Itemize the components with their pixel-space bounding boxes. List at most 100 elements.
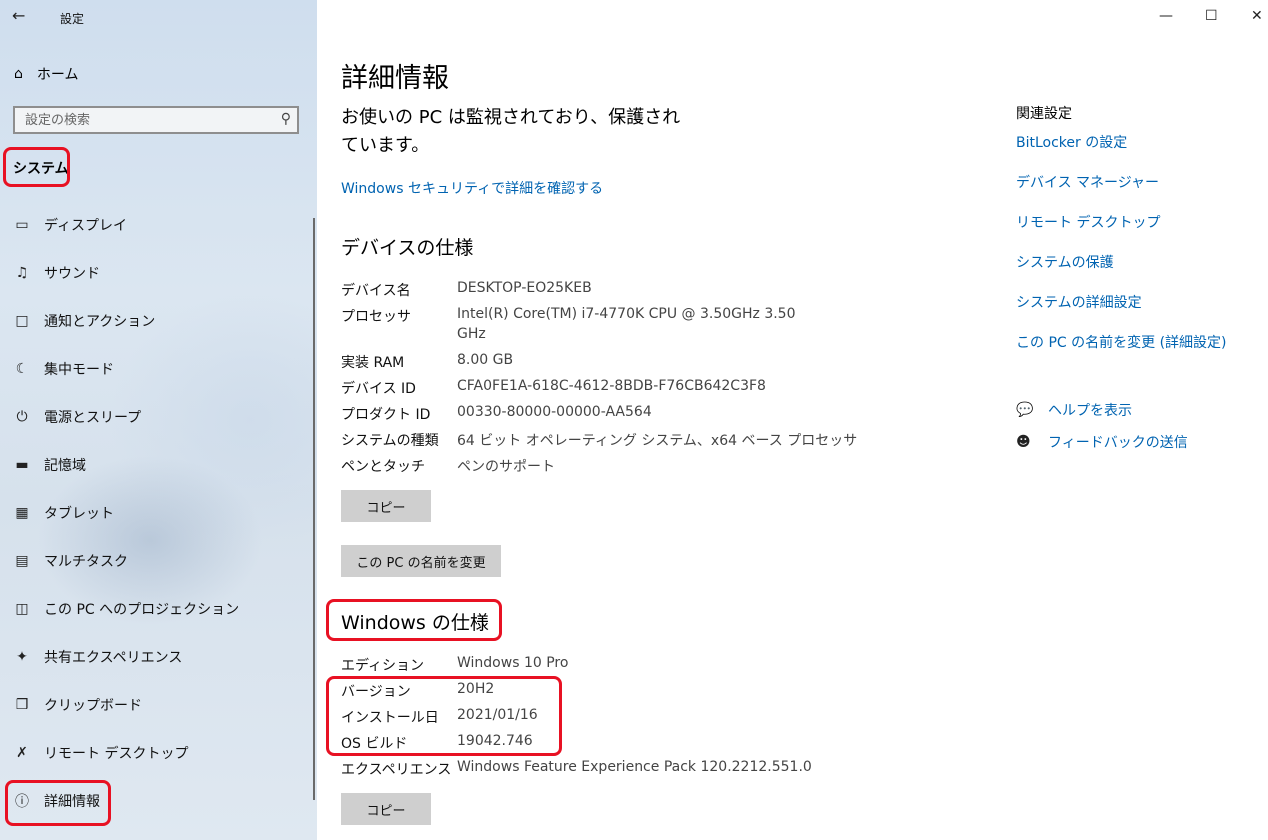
- settings-search-box[interactable]: ⚲: [13, 106, 299, 134]
- spec-row-device-id: デバイス ID CFA0FE1A-618C-4612-8BDB-F76CB642…: [341, 378, 766, 398]
- spec-row-system-type: システムの種類 64 ビット オペレーティング システム、x64 ベース プロセ…: [341, 430, 857, 450]
- help-link[interactable]: ヘルプを表示: [1048, 400, 1132, 420]
- sidebar-item-label: 共有エクスペリエンス: [44, 650, 183, 666]
- related-settings-heading: 関連設定: [1016, 106, 1072, 122]
- copy-windows-specs-button[interactable]: コピー: [341, 793, 431, 825]
- spec-value: 00330-80000-00000-AA564: [457, 404, 652, 420]
- copy-device-specs-button[interactable]: コピー: [341, 490, 431, 522]
- spec-label: プロセッサ: [341, 309, 411, 325]
- close-icon[interactable]: ✕: [1251, 8, 1263, 24]
- remote-icon: ✗: [16, 745, 28, 761]
- sidebar-item-label: この PC へのプロジェクション: [44, 602, 240, 618]
- feedback-link-row[interactable]: ☻ フィードバックの送信: [1016, 432, 1188, 452]
- minimize-icon[interactable]: —: [1159, 8, 1173, 24]
- spec-value: 8.00 GB: [457, 352, 514, 368]
- sidebar-item-display[interactable]: ▭ ディスプレイ: [0, 203, 317, 247]
- spec-row-device-name: デバイス名 DESKTOP-EO25KEB: [341, 280, 592, 300]
- feedback-person-icon: ☻: [1016, 434, 1031, 450]
- spec-value: DESKTOP-EO25KEB: [457, 280, 592, 296]
- security-link[interactable]: Windows セキュリティで詳細を確認する: [341, 178, 603, 198]
- link-advanced-system[interactable]: システムの詳細設定: [1016, 292, 1142, 312]
- spec-label: エディション: [341, 658, 425, 674]
- link-remote-desktop[interactable]: リモート デスクトップ: [1016, 212, 1160, 232]
- sidebar-item-focus[interactable]: ☾ 集中モード: [0, 347, 317, 391]
- window-title: 設定: [60, 12, 85, 26]
- spec-label: ペンとタッチ: [341, 459, 425, 475]
- sidebar-item-label: マルチタスク: [44, 554, 128, 570]
- sidebar-home[interactable]: ⌂ ホーム: [14, 64, 78, 84]
- rename-pc-button[interactable]: この PC の名前を変更: [341, 545, 501, 577]
- spec-label: エクスペリエンス: [341, 762, 452, 778]
- spec-label: デバイス ID: [341, 381, 416, 397]
- sidebar-scrollbar[interactable]: [313, 218, 315, 800]
- spec-row-experience: エクスペリエンス Windows Feature Experience Pack…: [341, 759, 812, 779]
- spec-row-product-id: プロダクト ID 00330-80000-00000-AA564: [341, 404, 652, 424]
- sidebar-item-label: 記憶域: [44, 458, 86, 474]
- sidebar-item-multitask[interactable]: ▤ マルチタスク: [0, 539, 317, 583]
- link-device-manager[interactable]: デバイス マネージャー: [1016, 172, 1159, 192]
- notification-icon: □: [15, 313, 29, 329]
- sidebar-item-label: タブレット: [44, 506, 114, 522]
- spec-value: Intel(R) Core(TM) i7-4770K CPU @ 3.50GHz…: [457, 306, 796, 322]
- sidebar-item-clipboard[interactable]: ❒ クリップボード: [0, 683, 317, 727]
- home-icon: ⌂: [14, 66, 23, 82]
- sidebar-item-power[interactable]: ⏻ 電源とスリープ: [0, 395, 317, 439]
- sidebar-item-label: 電源とスリープ: [44, 410, 142, 426]
- link-system-protection[interactable]: システムの保護: [1016, 252, 1114, 272]
- multitask-icon: ▤: [15, 553, 29, 569]
- sidebar-item-label: 通知とアクション: [44, 314, 156, 330]
- spec-value: 64 ビット オペレーティング システム、x64 ベース プロセッサ: [457, 433, 858, 449]
- spec-value: Windows Feature Experience Pack 120.2212…: [457, 759, 812, 775]
- spec-value: ペンのサポート: [457, 459, 555, 475]
- spec-row-pen-touch: ペンとタッチ ペンのサポート: [341, 456, 555, 476]
- sidebar-item-tablet[interactable]: ▦ タブレット: [0, 491, 317, 535]
- page-title: 詳細情報: [341, 63, 449, 94]
- protection-status: お使いの PC は監視されており、保護されています。: [341, 107, 681, 156]
- highlight-windows-specs: [326, 599, 502, 641]
- spec-row-processor: プロセッサ Intel(R) Core(TM) i7-4770K CPU @ 3…: [341, 306, 796, 342]
- highlight-about: [5, 780, 111, 826]
- maximize-icon[interactable]: ☐: [1205, 8, 1218, 24]
- sidebar-item-storage[interactable]: ▬ 記憶域: [0, 443, 317, 487]
- device-specs-heading: デバイスの仕様: [341, 237, 474, 259]
- spec-value: CFA0FE1A-618C-4612-8BDB-F76CB642C3F8: [457, 378, 766, 394]
- highlight-version-details: [326, 676, 562, 756]
- tablet-icon: ▦: [15, 505, 29, 521]
- sidebar: ← 設定 ⌂ ホーム ⚲ システム ▭ ディスプレイ ♫ サウンド □ 通知とア…: [0, 0, 317, 840]
- spec-row-edition: エディション Windows 10 Pro: [341, 655, 568, 675]
- home-label: ホーム: [36, 67, 79, 83]
- sidebar-item-label: ディスプレイ: [44, 218, 128, 234]
- moon-icon: ☾: [15, 361, 29, 377]
- link-bitlocker[interactable]: BitLocker の設定: [1016, 132, 1127, 152]
- sidebar-item-notifications[interactable]: □ 通知とアクション: [0, 299, 317, 343]
- help-chat-icon: 💬: [1016, 402, 1034, 418]
- storage-icon: ▬: [15, 457, 29, 473]
- spec-label: システムの種類: [341, 433, 439, 449]
- sidebar-item-label: クリップボード: [44, 698, 142, 714]
- power-icon: ⏻: [16, 409, 28, 425]
- share-icon: ✦: [16, 649, 28, 665]
- sidebar-item-sound[interactable]: ♫ サウンド: [0, 251, 317, 295]
- spec-label: デバイス名: [341, 283, 411, 299]
- projection-icon: ◫: [15, 601, 29, 617]
- spec-value: Windows 10 Pro: [457, 655, 569, 671]
- search-input[interactable]: [15, 108, 265, 132]
- sidebar-item-label: サウンド: [44, 266, 100, 282]
- display-icon: ▭: [15, 217, 29, 233]
- back-arrow-icon[interactable]: ←: [12, 6, 25, 25]
- sidebar-item-remote[interactable]: ✗ リモート デスクトップ: [0, 731, 317, 775]
- sound-icon: ♫: [15, 265, 29, 281]
- spec-label: プロダクト ID: [341, 407, 431, 423]
- spec-value-wrap: GHz: [457, 326, 486, 342]
- link-rename-advanced[interactable]: この PC の名前を変更 (詳細設定): [1016, 332, 1227, 352]
- spec-label: 実装 RAM: [341, 355, 405, 371]
- main-content: — ☐ ✕ 詳細情報 お使いの PC は監視されており、保護されています。 Wi…: [317, 0, 1268, 840]
- help-link-row[interactable]: 💬 ヘルプを表示: [1016, 400, 1132, 420]
- feedback-link[interactable]: フィードバックの送信: [1048, 432, 1188, 452]
- title-bar-left: ← 設定: [0, 0, 317, 34]
- spec-row-ram: 実装 RAM 8.00 GB: [341, 352, 513, 372]
- sidebar-item-shared[interactable]: ✦ 共有エクスペリエンス: [0, 635, 317, 679]
- search-icon[interactable]: ⚲: [281, 111, 291, 127]
- sidebar-item-projection[interactable]: ◫ この PC へのプロジェクション: [0, 587, 317, 631]
- sidebar-item-label: 集中モード: [44, 362, 114, 378]
